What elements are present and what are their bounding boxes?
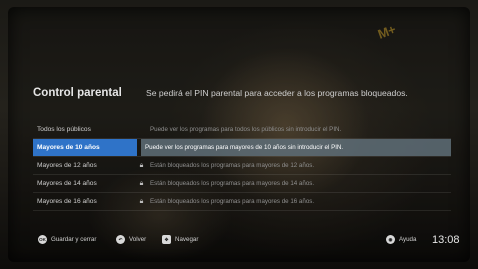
option-mayores-14[interactable]: Mayores de 14 años 🔒︎ Están bloqueados l… xyxy=(33,175,451,193)
back-icon: ↶ xyxy=(116,235,125,244)
option-description: Puede ver los programas para todos los p… xyxy=(150,126,342,133)
option-label: Mayores de 16 años xyxy=(37,198,97,205)
help-label: Ayuda xyxy=(399,236,417,243)
navigate-label: Navegar xyxy=(175,236,199,243)
eye-icon: ◉ xyxy=(386,235,395,244)
tv-screen: M+ Control parental Se pedirá el PIN par… xyxy=(0,0,478,269)
save-close-hint[interactable]: OK Guardar y cerrar xyxy=(38,235,96,244)
option-mayores-16[interactable]: Mayores de 16 años 🔒︎ Están bloqueados l… xyxy=(33,193,451,211)
lock-icon: 🔒︎ xyxy=(139,179,144,187)
option-description: Están bloqueados los programas para mayo… xyxy=(150,180,315,187)
footer-hints: OK Guardar y cerrar ↶ Volver ✥ Navegar ◉… xyxy=(0,233,478,249)
page-subtitle: Se pedirá el PIN parental para acceder a… xyxy=(146,88,408,98)
back-hint[interactable]: ↶ Volver xyxy=(116,235,146,244)
option-todos[interactable]: Todos los públicos Puede ver los program… xyxy=(33,121,451,139)
navigate-hint: ✥ Navegar xyxy=(162,235,198,244)
option-label: Mayores de 14 años xyxy=(37,180,97,187)
ok-icon: OK xyxy=(38,235,47,244)
lock-icon: 🔒︎ xyxy=(139,161,144,169)
dpad-icon: ✥ xyxy=(162,235,171,244)
back-label: Volver xyxy=(129,236,147,243)
option-label: Mayores de 12 años xyxy=(37,162,97,169)
option-description: Puede ver los programas para mayores de … xyxy=(141,139,451,156)
page-title: Control parental xyxy=(33,87,122,99)
option-label: Mayores de 10 años xyxy=(33,139,137,156)
option-description: Están bloqueados los programas para mayo… xyxy=(150,162,315,169)
clock: 13:08 xyxy=(432,234,460,246)
option-description: Están bloqueados los programas para mayo… xyxy=(150,198,315,205)
option-mayores-10[interactable]: Mayores de 10 años Puede ver los program… xyxy=(33,139,451,157)
help-hint[interactable]: ◉ Ayuda xyxy=(386,235,416,244)
save-close-label: Guardar y cerrar xyxy=(51,236,97,243)
option-mayores-12[interactable]: Mayores de 12 años 🔒︎ Están bloqueados l… xyxy=(33,157,451,175)
option-label: Todos los públicos xyxy=(37,126,91,133)
parental-options-list: Todos los públicos Puede ver los program… xyxy=(33,121,451,211)
lock-icon: 🔒︎ xyxy=(139,197,144,205)
